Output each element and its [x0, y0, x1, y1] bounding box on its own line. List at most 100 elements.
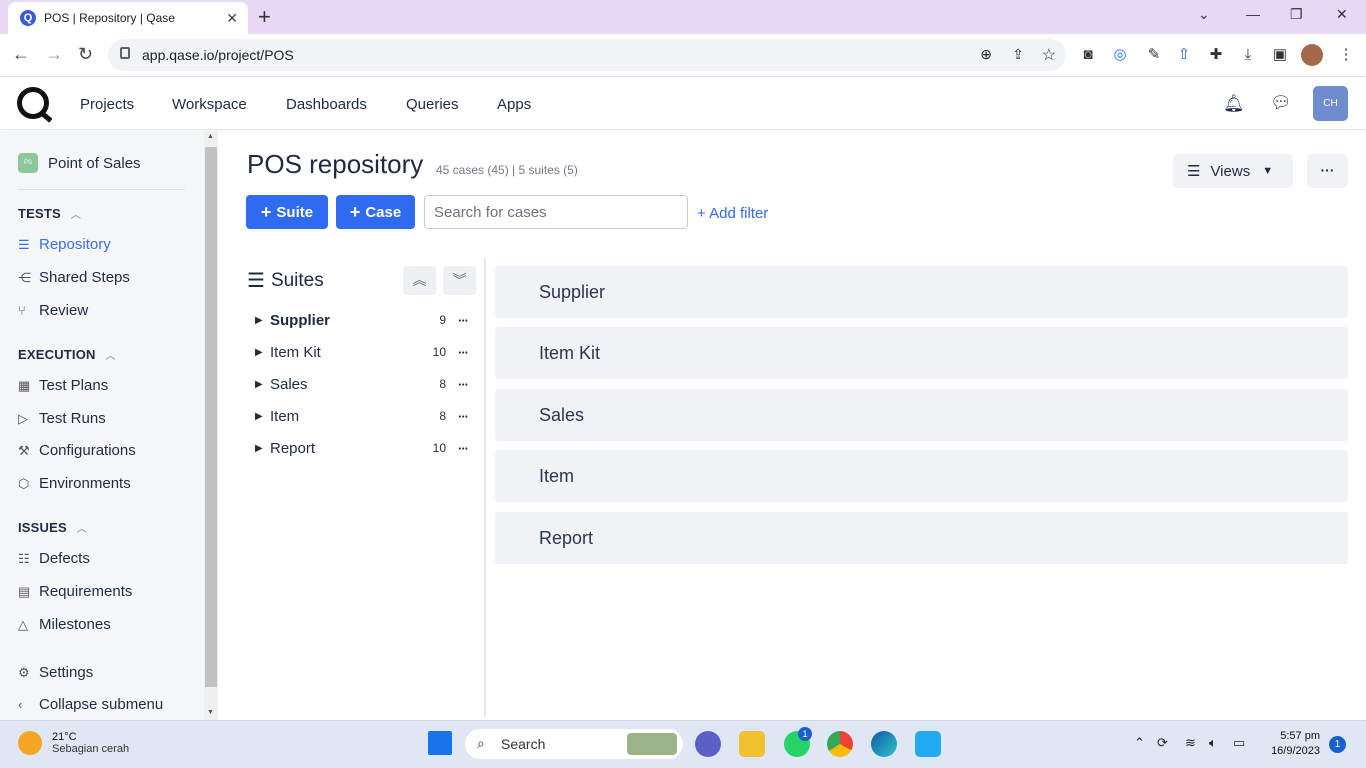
reload-icon[interactable]: ↻ — [78, 44, 93, 65]
new-tab-icon[interactable]: + — [258, 4, 271, 30]
chrome-icon[interactable] — [827, 731, 853, 757]
forward-icon[interactable]: → — [45, 44, 63, 65]
chat-bubble-icon[interactable]: 💬︎ — [1270, 93, 1292, 113]
more-options-button[interactable]: ··· — [1307, 154, 1348, 188]
profile-avatar[interactable] — [1301, 44, 1323, 66]
eyedropper-extension-icon[interactable]: ✎ — [1145, 46, 1163, 64]
suite-card-item-kit[interactable]: Item Kit — [495, 327, 1348, 379]
suite-card-supplier[interactable]: Supplier — [495, 266, 1348, 318]
caret-down-icon: ▼ — [1262, 165, 1274, 177]
minimize-icon[interactable]: — — [1246, 6, 1260, 22]
section-execution[interactable]: EXECUTION ︿ — [18, 347, 116, 362]
zoom-icon[interactable]: ⊕ — [980, 46, 992, 63]
wifi-icon[interactable]: ≋ — [1185, 735, 1196, 751]
windows-start-icon[interactable] — [428, 731, 452, 755]
download-icon[interactable]: ⤓ — [1239, 46, 1257, 64]
collapse-all-button[interactable]: ︽ — [403, 266, 436, 295]
chrome-menu-icon[interactable]: ⋮ — [1337, 46, 1355, 64]
project-selector[interactable]: PS Point of Sales — [18, 153, 141, 173]
upload-extension-icon[interactable]: ⇧ — [1175, 46, 1193, 64]
share-icon[interactable]: ⇪ — [1012, 46, 1024, 63]
chevron-up-icon: ︿ — [105, 351, 116, 362]
play-icon: ▷ — [18, 410, 28, 426]
section-issues[interactable]: ISSUES ︿ — [18, 520, 87, 535]
clock[interactable]: 5:57 pm 16/9/2023 — [1262, 729, 1320, 759]
suite-card-report[interactable]: Report — [495, 512, 1348, 564]
tree-row-item[interactable]: ▶ Item 8 ··· — [255, 404, 470, 428]
pull-request-icon: ⑂ — [18, 303, 26, 318]
tree-row-item-kit[interactable]: ▶ Item Kit 10 ··· — [255, 340, 470, 364]
whatsapp-badge: 1 — [798, 727, 812, 741]
user-avatar[interactable]: CH — [1313, 86, 1348, 121]
url-bar[interactable]: app.qase.io/project/POS ⊕ ⇪ ☆ — [108, 39, 1066, 71]
tab-search-icon[interactable]: ⌄ — [1198, 6, 1210, 23]
add-suite-button[interactable]: + Suite — [246, 195, 328, 229]
tree-row-supplier[interactable]: ▶ Supplier 9 ··· — [255, 308, 470, 332]
close-window-icon[interactable]: ✕ — [1336, 6, 1348, 23]
sidebar-item-shared-steps[interactable]: ⋲ Shared Steps — [18, 269, 130, 286]
partly-sunny-icon — [18, 731, 42, 755]
collapse-submenu-button[interactable]: ‹ Collapse submenu — [18, 696, 163, 713]
section-tests[interactable]: TESTS ︿ — [18, 206, 81, 221]
nav-dashboards[interactable]: Dashboards — [286, 96, 367, 113]
row-menu-icon: ··· — [458, 440, 469, 456]
battery-icon[interactable]: ▭ — [1233, 735, 1245, 751]
bell-icon[interactable]: 🔔︎ — [1223, 94, 1245, 114]
edge-icon[interactable] — [871, 731, 897, 757]
maximize-icon[interactable]: ❐ — [1290, 6, 1303, 23]
taskbar-search[interactable]: ⌕ Search — [465, 729, 683, 759]
sidebar-item-defects[interactable]: ☷ Defects — [18, 550, 90, 567]
nav-workspace[interactable]: Workspace — [172, 96, 247, 113]
wrench-icon: ⚒ — [18, 442, 30, 458]
nav-projects[interactable]: Projects — [80, 96, 134, 113]
url-text: app.qase.io/project/POS — [142, 47, 294, 63]
sidebar-item-repository[interactable]: ☰ Repository — [18, 236, 111, 253]
extension-circle-icon[interactable]: ◎ — [1111, 46, 1129, 64]
views-dropdown[interactable]: ☰ Views ▼ — [1173, 154, 1293, 188]
suites-heading: ☰ Suites — [247, 269, 324, 293]
plus-icon: + — [349, 201, 361, 222]
suite-card-sales[interactable]: Sales — [495, 389, 1348, 441]
camera-extension-icon[interactable]: ◙ — [1079, 46, 1097, 64]
notification-badge[interactable]: 1 — [1329, 736, 1346, 753]
expand-all-button[interactable]: ︾ — [443, 266, 476, 295]
windows-taskbar: 21°C Sebagian cerah ⌕ Search 1 ⌃ ⟳ ≋ 🔈︎ … — [0, 720, 1366, 768]
search-icon: ⌕ — [477, 735, 485, 751]
browser-tab[interactable]: Q POS | Repository | Qase ✕ — [8, 2, 248, 34]
sidebar-scrollbar[interactable]: ▲ ▼ — [204, 131, 218, 720]
lock-icon — [120, 47, 130, 59]
tree-row-sales[interactable]: ▶ Sales 8 ··· — [255, 372, 470, 396]
volume-icon[interactable]: 🔈︎ — [1209, 735, 1217, 751]
sidebar-item-review[interactable]: ⑂ Review — [18, 302, 88, 319]
qase-logo[interactable] — [17, 87, 49, 119]
side-panel-icon[interactable]: ▣ — [1271, 46, 1289, 64]
nav-queries[interactable]: Queries — [406, 96, 459, 113]
back-icon[interactable]: ← — [12, 44, 30, 65]
sync-icon[interactable]: ⟳ — [1157, 735, 1168, 751]
suite-card-item[interactable]: Item — [495, 450, 1348, 502]
puzzle-extensions-icon[interactable]: ✚ — [1207, 46, 1225, 64]
sidebar-item-environments[interactable]: ⬡ Environments — [18, 475, 131, 492]
sidebar-item-milestones[interactable]: △ Milestones — [18, 616, 111, 633]
bookmark-star-icon[interactable]: ☆ — [1042, 45, 1056, 65]
sidebar-item-configurations[interactable]: ⚒ Configurations — [18, 442, 136, 459]
vscode-icon[interactable] — [915, 731, 941, 757]
weather-widget[interactable]: 21°C Sebagian cerah — [18, 731, 129, 755]
sidebar-item-test-plans[interactable]: ▦ Test Plans — [18, 377, 108, 394]
add-case-button[interactable]: + Case — [336, 195, 415, 229]
chevron-up-tray-icon[interactable]: ⌃ — [1134, 735, 1145, 751]
nav-apps[interactable]: Apps — [497, 96, 531, 113]
sidebar: PS Point of Sales TESTS ︿ ☰ Repository ⋲ S… — [0, 131, 218, 720]
sidebar-item-test-runs[interactable]: ▷ Test Runs — [18, 410, 106, 427]
close-tab-icon[interactable]: ✕ — [226, 10, 238, 27]
tree-row-report[interactable]: ▶ Report 10 ··· — [255, 436, 470, 460]
scrollbar-thumb[interactable] — [205, 147, 217, 687]
panel-splitter[interactable] — [484, 257, 486, 717]
add-filter-link[interactable]: + Add filter — [697, 205, 768, 222]
sidebar-item-requirements[interactable]: ▤ Requirements — [18, 583, 132, 600]
sidebar-item-settings[interactable]: ⚙ Settings — [18, 664, 93, 681]
search-cases-input[interactable] — [424, 195, 688, 229]
caret-right-icon: ▶ — [255, 410, 263, 422]
teams-chat-icon[interactable] — [695, 731, 721, 757]
file-explorer-icon[interactable] — [739, 731, 765, 757]
